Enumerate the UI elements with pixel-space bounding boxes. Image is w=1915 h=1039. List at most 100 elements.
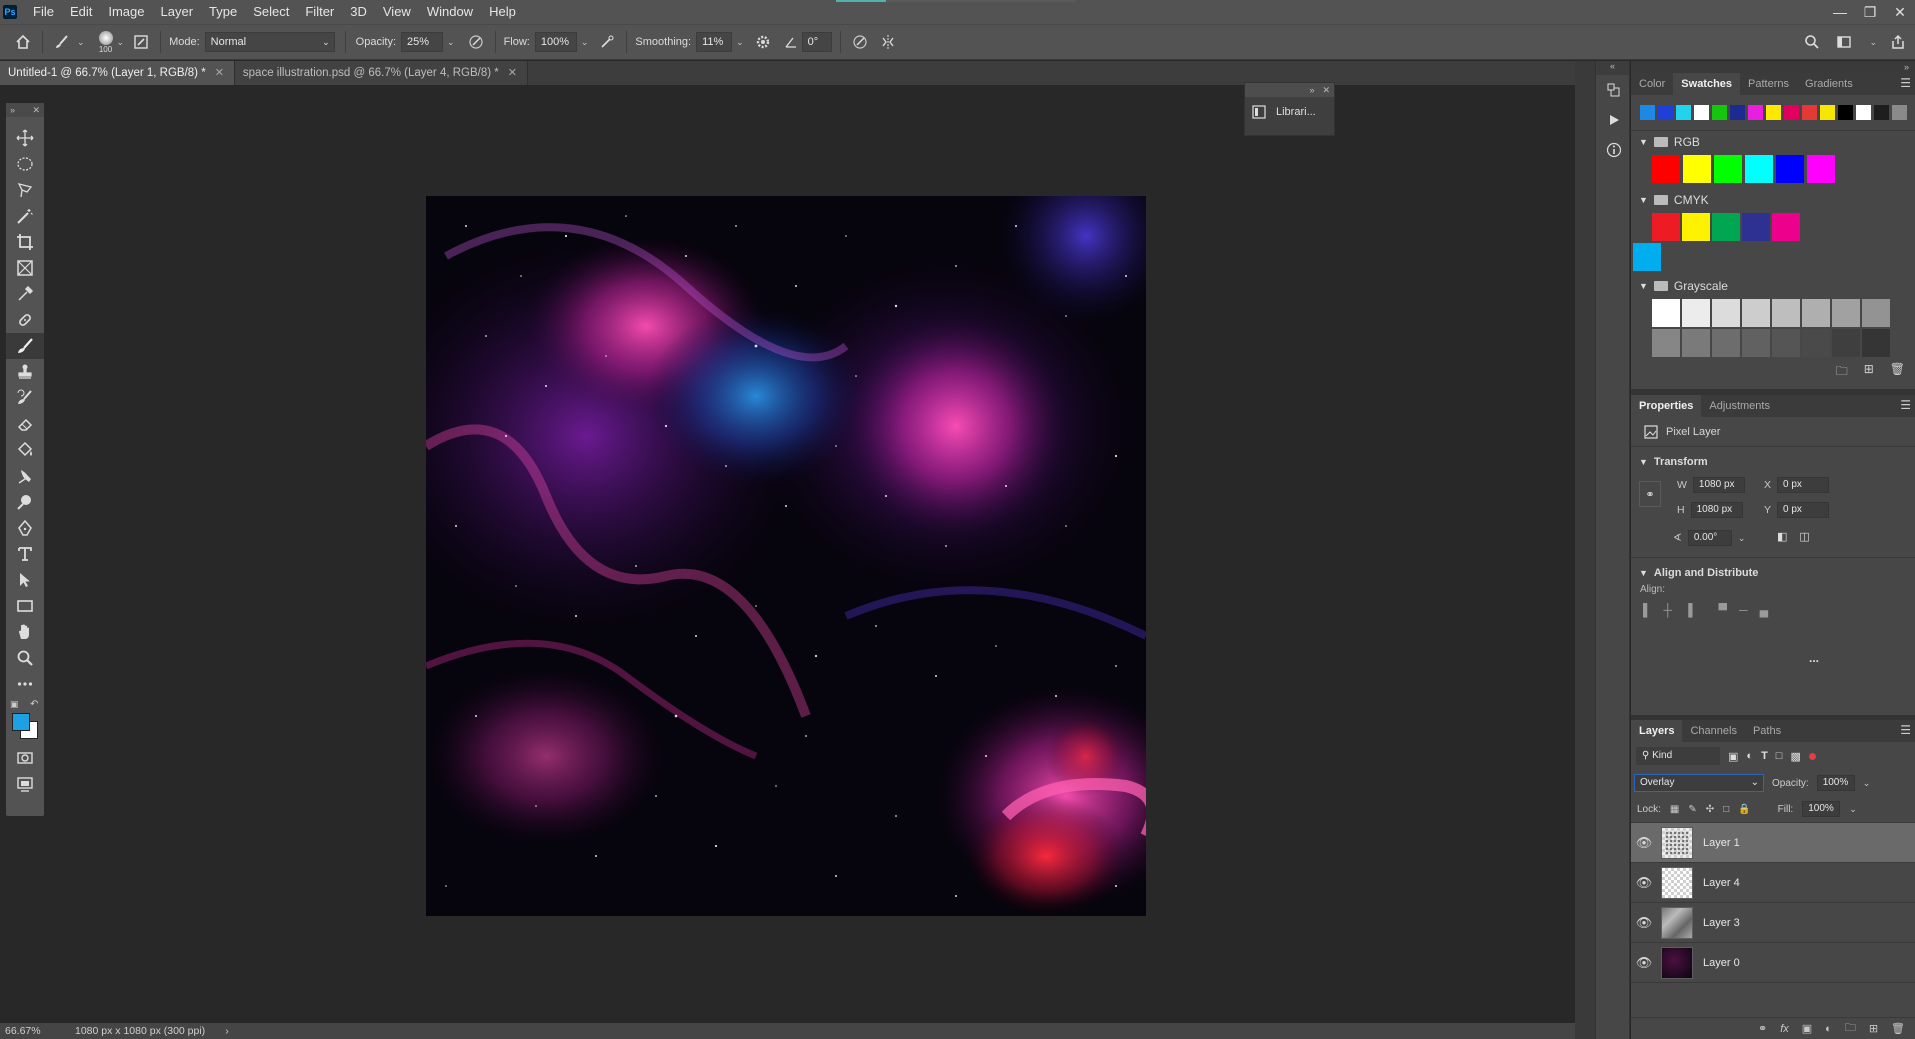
swatch[interactable] <box>1776 155 1804 183</box>
clone-stamp-tool[interactable] <box>6 359 44 385</box>
rotation-input[interactable]: 0.00° <box>1687 530 1732 546</box>
visibility-eye-icon[interactable]: 👁 <box>1631 835 1657 851</box>
pressure-opacity-icon[interactable] <box>465 31 487 53</box>
swatch[interactable] <box>1682 213 1710 241</box>
swatch[interactable] <box>1742 329 1770 357</box>
pen-tool[interactable] <box>6 515 44 541</box>
new-group-icon[interactable]: 🗀 <box>1845 1019 1856 1038</box>
tab-paths[interactable]: Paths <box>1745 720 1789 742</box>
swatch[interactable] <box>1766 105 1781 120</box>
swatch[interactable] <box>1640 105 1655 120</box>
expand-icon[interactable]: » <box>1309 85 1314 95</box>
swatch[interactable] <box>1772 299 1800 327</box>
fill-input[interactable]: 100% <box>1802 801 1841 817</box>
hand-tool[interactable] <box>6 619 44 645</box>
swatch[interactable] <box>1772 329 1800 357</box>
layer-opacity-input[interactable]: 100% <box>1816 775 1855 791</box>
swatch[interactable] <box>1633 243 1661 271</box>
menu-3d[interactable]: 3D <box>342 0 375 24</box>
actions-play-icon[interactable] <box>1596 105 1631 135</box>
collapse-icon[interactable]: « <box>1596 61 1629 75</box>
foreground-color-swatch[interactable] <box>12 713 30 731</box>
minimize-button[interactable]: — <box>1825 0 1855 24</box>
swatch[interactable] <box>1742 213 1770 241</box>
blend-mode-select[interactable]: Overlay ⌄ <box>1634 774 1764 792</box>
move-tool[interactable] <box>6 125 44 151</box>
swatch[interactable] <box>1714 155 1742 183</box>
align-center-h-icon[interactable]: ┼ <box>1664 603 1673 617</box>
tab-channels[interactable]: Channels <box>1682 720 1744 742</box>
swatch[interactable] <box>1802 329 1830 357</box>
panel-menu-icon[interactable]: ☰ <box>1900 723 1911 737</box>
crop-tool[interactable] <box>6 229 44 255</box>
swatch[interactable] <box>1730 105 1745 120</box>
swatch[interactable] <box>1683 155 1711 183</box>
quick-mask-button[interactable] <box>6 745 44 771</box>
tab-gradients[interactable]: Gradients <box>1797 73 1861 95</box>
menu-view[interactable]: View <box>375 0 419 24</box>
eyedropper-tool[interactable] <box>6 281 44 307</box>
add-mask-icon[interactable]: ▣ <box>1802 1022 1812 1035</box>
type-tool[interactable] <box>6 541 44 567</box>
frame-tool[interactable] <box>6 255 44 281</box>
swatch[interactable] <box>1676 105 1691 120</box>
visibility-eye-icon[interactable]: 👁 <box>1631 915 1657 931</box>
tab-properties[interactable]: Properties <box>1631 395 1702 417</box>
symmetry-icon[interactable] <box>877 31 899 53</box>
swap-colors-icon[interactable]: ↶ <box>30 699 38 710</box>
swatch[interactable] <box>1712 213 1740 241</box>
swatch-group-cmyk[interactable]: ▼ CMYK <box>1631 189 1915 211</box>
close-icon[interactable]: ✕ <box>215 61 224 85</box>
brush-preset-icon[interactable] <box>51 31 73 53</box>
swatch[interactable] <box>1712 105 1727 120</box>
menu-type[interactable]: Type <box>201 0 245 24</box>
visibility-eye-icon[interactable]: 👁 <box>1631 875 1657 891</box>
more-tools[interactable] <box>6 671 44 697</box>
align-middle-v-icon[interactable]: ─ <box>1739 603 1748 617</box>
swatch[interactable] <box>1862 299 1890 327</box>
new-group-folder-icon[interactable]: 🗀 <box>1836 362 1848 383</box>
menu-layer[interactable]: Layer <box>153 0 202 24</box>
swatch[interactable] <box>1832 329 1860 357</box>
swatch[interactable] <box>1712 299 1740 327</box>
height-input[interactable]: 1080 px <box>1690 502 1743 518</box>
transform-section-header[interactable]: ▼ Transform <box>1631 451 1915 473</box>
swatch[interactable] <box>1652 329 1680 357</box>
fx-icon[interactable]: fx <box>1780 1023 1789 1035</box>
chevron-down-icon[interactable]: ⌄ <box>1849 804 1857 815</box>
pressure-size-icon[interactable] <box>849 31 871 53</box>
swatch[interactable] <box>1682 329 1710 357</box>
menu-help[interactable]: Help <box>481 0 524 24</box>
info-icon[interactable] <box>1596 135 1631 165</box>
trash-icon[interactable]: 🗑 <box>1891 1022 1905 1035</box>
close-icon[interactable]: ✕ <box>32 105 40 116</box>
history-brush-tool[interactable] <box>6 385 44 411</box>
paint-bucket-tool[interactable] <box>6 437 44 463</box>
x-input[interactable]: 0 px <box>1777 477 1830 493</box>
restore-button[interactable]: ❐ <box>1855 0 1885 24</box>
swatch[interactable] <box>1807 155 1835 183</box>
swatch[interactable] <box>1694 105 1709 120</box>
layer-row-layer-0[interactable]: 👁 Layer 0 <box>1631 943 1915 983</box>
workspace-icon[interactable] <box>1833 31 1855 53</box>
layer-row-layer-4[interactable]: 👁 Layer 4 <box>1631 863 1915 903</box>
flow-input[interactable]: 100% <box>534 32 577 52</box>
lock-transparent-icon[interactable]: ▦ <box>1670 804 1679 815</box>
swatch[interactable] <box>1748 105 1763 120</box>
swatch[interactable] <box>1802 299 1830 327</box>
swatch[interactable] <box>1652 213 1680 241</box>
panel-dock-divider[interactable] <box>1575 61 1595 1039</box>
flip-horizontal-icon[interactable]: ◧ <box>1777 530 1787 543</box>
layer-filter-select[interactable]: ⚲ Kind <box>1636 747 1720 765</box>
chevron-down-icon[interactable]: ⌄ <box>1738 533 1746 544</box>
tab-adjustments[interactable]: Adjustments <box>1701 395 1778 417</box>
zoom-tool[interactable] <box>6 645 44 671</box>
default-colors-icon[interactable]: ▣ <box>10 699 19 710</box>
share-icon[interactable] <box>1887 31 1909 53</box>
link-dimensions-icon[interactable]: ⚭ <box>1639 481 1661 507</box>
swatch[interactable] <box>1874 105 1889 120</box>
chevron-down-icon[interactable]: ⌄ <box>117 37 125 48</box>
lock-artboard-icon[interactable]: □ <box>1723 804 1729 815</box>
eraser-tool[interactable] <box>6 411 44 437</box>
menu-filter[interactable]: Filter <box>297 0 342 24</box>
